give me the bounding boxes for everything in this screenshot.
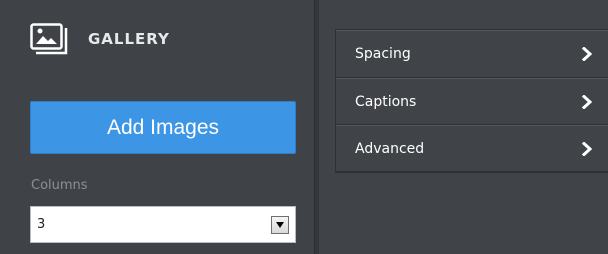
add-images-button[interactable]: Add Images <box>30 101 296 154</box>
columns-selected-value: 3 <box>37 217 46 232</box>
gallery-icon <box>30 23 76 57</box>
columns-select[interactable]: 3 <box>30 206 296 243</box>
settings-item-captions[interactable]: Captions <box>336 78 608 125</box>
settings-item-spacing[interactable]: Spacing <box>336 30 608 78</box>
settings-list: Spacing Captions Advanced <box>335 29 608 173</box>
chevron-right-icon <box>580 94 594 110</box>
settings-item-label: Captions <box>355 93 417 110</box>
left-panel: GALLERY Add Images Columns 3 <box>0 0 314 254</box>
gallery-header: GALLERY <box>30 20 170 60</box>
settings-item-advanced[interactable]: Advanced <box>336 125 608 172</box>
columns-label: Columns <box>31 178 88 193</box>
settings-item-label: Spacing <box>355 46 411 62</box>
gallery-title: GALLERY <box>88 29 170 48</box>
chevron-right-icon <box>580 46 594 62</box>
gallery-editor: GALLERY Add Images Columns 3 Spacing Cap… <box>0 0 608 254</box>
chevron-right-icon <box>580 141 594 157</box>
dropdown-arrow-icon[interactable] <box>271 215 289 234</box>
settings-item-label: Advanced <box>355 140 425 157</box>
